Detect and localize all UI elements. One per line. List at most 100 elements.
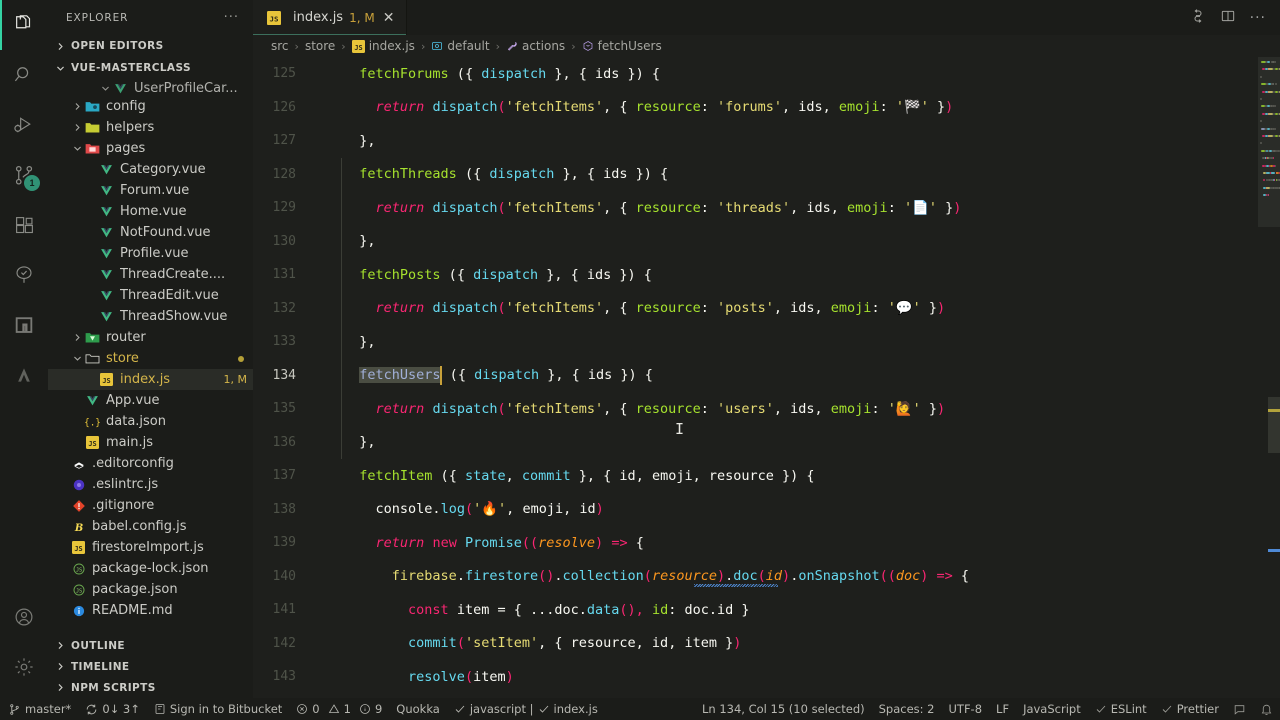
breadcrumb-item-fetchusers[interactable]: fetchUsers (582, 39, 662, 53)
activity-search[interactable] (0, 50, 48, 100)
breadcrumb[interactable]: src › store › JS index.js › default › actions › fet… (253, 35, 1280, 57)
activity-run-debug[interactable] (0, 100, 48, 150)
close-icon[interactable]: ✕ (381, 11, 397, 25)
tree-item-package-lock-json[interactable]: JS package-lock.json (48, 558, 253, 579)
code-line[interactable]: }, (305, 425, 1258, 459)
tree-item--gitignore[interactable]: .gitignore (48, 495, 253, 516)
chevron-right-icon[interactable] (70, 330, 84, 346)
code-line[interactable]: firebase. firestore(). collection(resource… (305, 560, 1258, 594)
activity-explorer[interactable] (0, 0, 48, 50)
tree-item-profile-vue[interactable]: Profile.vue (48, 243, 253, 264)
tree-item-readme-md[interactable]: README.md (48, 600, 253, 621)
activity-settings[interactable] (0, 642, 48, 692)
code-line[interactable]: commit('setItem', { resource, id, item }… (305, 627, 1258, 661)
breadcrumb-item-default[interactable]: default (431, 39, 490, 53)
status-bitbucket[interactable]: Sign in to Bitbucket (147, 698, 289, 720)
breadcrumb-item-actions[interactable]: actions (506, 39, 565, 53)
status-encoding[interactable]: UTF-8 (942, 698, 990, 720)
split-editor-icon[interactable] (1220, 8, 1236, 28)
breadcrumb-item-src[interactable]: src (271, 39, 289, 53)
activity-accounts[interactable] (0, 592, 48, 642)
activity-extensions[interactable] (0, 200, 48, 250)
chevron-down-icon[interactable] (70, 141, 84, 157)
code-line[interactable]: fetchForums ({ dispatch }, { ids }) { (305, 57, 1258, 91)
code-editor[interactable]: 125 126 127 128 129 130 131 132 133 134 135 136 137 1… (253, 57, 1280, 698)
tree-item-babel-config-js[interactable]: Bbabel.config.js (48, 516, 253, 537)
status-eol[interactable]: LF (989, 698, 1016, 720)
tree-item-data-json[interactable]: {.} data.json (48, 411, 253, 432)
code-line[interactable]: fetchPosts ({ dispatch }, { ids }) { (305, 258, 1258, 292)
file-tree[interactable]: UserProfileCar... config helpers pages Categ… (48, 79, 253, 635)
tree-item-home-vue[interactable]: Home.vue (48, 201, 253, 222)
editor-scrollbar[interactable] (1268, 57, 1280, 698)
code-line[interactable]: return new Promise((resolve) => { (305, 526, 1258, 560)
code-line[interactable]: }, (305, 325, 1258, 359)
status-prettier[interactable]: Prettier (1154, 698, 1226, 720)
code-line[interactable]: fetchUsers ({ dispatch }, { ids }) { (305, 358, 1258, 392)
breadcrumb-item-store[interactable]: store (305, 39, 335, 53)
status-javascript-check[interactable]: javascript | index.js (447, 698, 605, 720)
tree-item-config[interactable]: config (48, 96, 253, 117)
activity-test-explorer[interactable] (0, 250, 48, 300)
section-outline[interactable]: OUTLINE (48, 635, 253, 656)
section-timeline[interactable]: TIMELINE (48, 656, 253, 677)
status-indentation[interactable]: Spaces: 2 (872, 698, 942, 720)
code-line[interactable]: console. log('🔥', emoji, id) (305, 493, 1258, 527)
tree-item-threadcreate-[interactable]: ThreadCreate.... (48, 264, 253, 285)
chevron-down-icon[interactable] (70, 351, 84, 367)
section-open-editors[interactable]: OPEN EDITORS (48, 35, 253, 57)
section-npm-scripts[interactable]: NPM SCRIPTS (48, 677, 253, 698)
tree-item-notfound-vue[interactable]: NotFound.vue (48, 222, 253, 243)
tree-item-main-js[interactable]: JS main.js (48, 432, 253, 453)
chevron-right-icon[interactable] (70, 120, 84, 136)
status-eslint[interactable]: ESLint (1088, 698, 1154, 720)
code-line[interactable]: return dispatch('fetchItems', { resource… (305, 191, 1258, 225)
tree-item-forum-vue[interactable]: Forum.vue (48, 180, 253, 201)
code-line[interactable]: fetchItem ({ state, commit }, { id, emoj… (305, 459, 1258, 493)
status-branch[interactable]: master* (0, 698, 78, 720)
section-workspace[interactable]: VUE-MASTERCLASS (48, 57, 253, 79)
status-sync[interactable]: 0↓ 3↑ (78, 698, 147, 720)
info-icon (70, 603, 87, 619)
tree-item--editorconfig[interactable]: .editorconfig (48, 453, 253, 474)
code-line[interactable]: const item = { ... doc. data (), id: doc. id… (305, 593, 1258, 627)
tree-item-threadshow-vue[interactable]: ThreadShow.vue (48, 306, 253, 327)
sidebar-more-icon[interactable]: ··· (224, 10, 245, 25)
status-notifications[interactable] (1253, 698, 1280, 720)
status-quokka[interactable]: Quokka (389, 698, 447, 720)
activity-npm-scripts[interactable] (0, 300, 48, 350)
code-content[interactable]: I fetchForums ({ dispatch }, { ids }) { … (305, 57, 1258, 698)
tree-item-app-vue[interactable]: App.vue (48, 390, 253, 411)
split-sync-icon[interactable] (1190, 8, 1206, 28)
breadcrumb-item-index-js[interactable]: JS index.js (351, 39, 415, 53)
tree-item-userprofilecar-[interactable]: UserProfileCar... (48, 79, 253, 96)
more-actions-icon[interactable]: ··· (1250, 10, 1266, 26)
tree-item-package-json[interactable]: JS package.json (48, 579, 253, 600)
tab-index-js[interactable]: JS index.js 1, M ✕ (253, 0, 408, 35)
code-line[interactable]: }, (305, 224, 1258, 258)
tree-item--eslintrc-js[interactable]: .eslintrc.js (48, 474, 253, 495)
chevron-right-icon[interactable] (70, 99, 84, 115)
tree-item-category-vue[interactable]: Category.vue (48, 159, 253, 180)
status-problems[interactable]: 0 1 9 (289, 698, 389, 720)
status-language-mode[interactable]: JavaScript (1016, 698, 1088, 720)
code-line[interactable]: return dispatch('fetchItems', { resource… (305, 91, 1258, 125)
tree-item-index-js[interactable]: JS index.js 1, M (48, 369, 253, 390)
tree-item-router[interactable]: router (48, 327, 253, 348)
tree-item-threadedit-vue[interactable]: ThreadEdit.vue (48, 285, 253, 306)
code-line[interactable]: fetchThreads ({ dispatch }, { ids }) { (305, 157, 1258, 191)
tree-item-helpers[interactable]: helpers (48, 117, 253, 138)
code-line[interactable]: return dispatch('fetchItems', { resource… (305, 392, 1258, 426)
code-line[interactable]: return dispatch('fetchItems', { resource… (305, 291, 1258, 325)
status-feedback[interactable] (1226, 698, 1253, 720)
tree-item-store[interactable]: store (48, 348, 253, 369)
tree-item-firestoreimport-js[interactable]: JS firestoreImport.js (48, 537, 253, 558)
code-line[interactable]: }, (305, 124, 1258, 158)
status-cursor-position[interactable]: Ln 134, Col 15 (10 selected) (695, 698, 872, 720)
chevron-down-icon[interactable] (98, 80, 112, 96)
activity-source-control[interactable]: 1 (0, 150, 48, 200)
scrollbar-thumb[interactable] (1268, 397, 1280, 453)
code-line[interactable]: resolve(item) (305, 660, 1258, 694)
activity-vetur[interactable] (0, 350, 48, 400)
tree-item-pages[interactable]: pages (48, 138, 253, 159)
